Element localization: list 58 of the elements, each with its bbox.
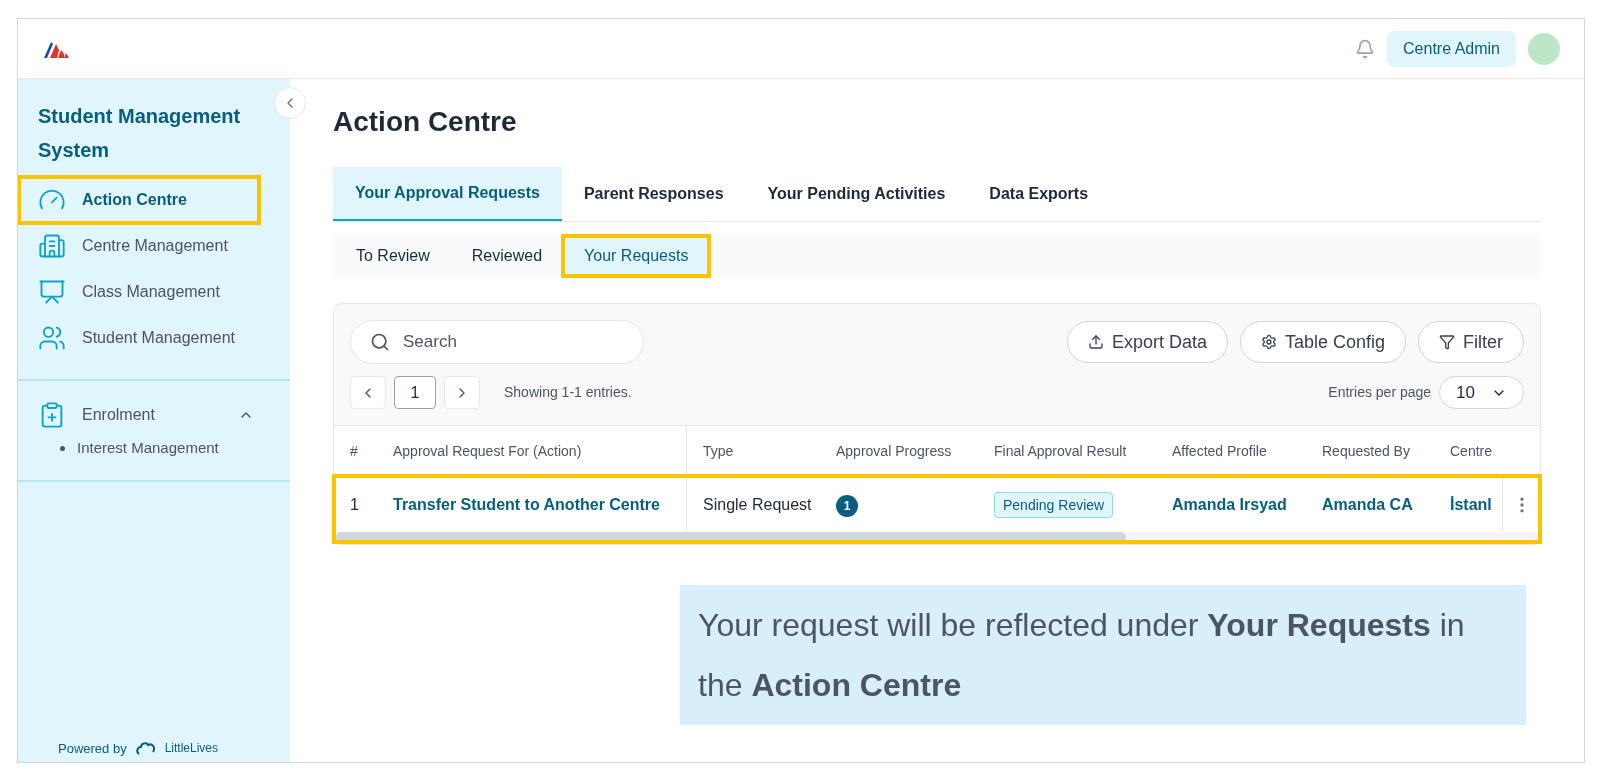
subtab[interactable]: To Review (337, 238, 449, 274)
table-cell-text: 1 (349, 494, 360, 515)
sidebar-item[interactable]: Student Management (21, 317, 257, 359)
tab[interactable]: Your Pending Activities (745, 167, 968, 221)
column-header: Approval Request For (Action) (377, 426, 687, 476)
tab[interactable]: Parent Responses (561, 167, 746, 221)
collapse-button[interactable] (274, 87, 306, 119)
toolbar-button[interactable]: Table Config (1239, 321, 1406, 363)
tab[interactable]: Your Approval Requests (333, 167, 562, 221)
sidebar-item[interactable]: Class Management (21, 271, 257, 313)
brand-name: LittleLives (164, 740, 219, 758)
horizontal-scrollbar[interactable] (336, 532, 1126, 542)
column-header: Final Approval Result (994, 441, 1128, 461)
notification-bell-icon[interactable] (1355, 38, 1376, 59)
toolbar-button[interactable]: Filter (1418, 321, 1524, 363)
sidebar-subitem[interactable]: Interest Management (77, 437, 219, 460)
toolbar-button[interactable]: Export Data (1066, 321, 1228, 363)
sidebar-item[interactable]: Action Centre (21, 179, 257, 221)
avatar[interactable] (1528, 32, 1560, 65)
entries-per-page-label: Entries per page (1328, 383, 1432, 402)
powered-by-text: Powered by (58, 739, 127, 758)
page-number-field[interactable]: 1 (394, 376, 436, 409)
column-header: Centre (1450, 441, 1494, 461)
filter-icon (1439, 334, 1455, 350)
sidebar-title: Student Management System (37, 104, 242, 163)
profile-link[interactable]: Amanda Irsyad (1172, 495, 1287, 513)
tab[interactable]: Data Exports (967, 167, 1111, 221)
users-icon (38, 324, 66, 352)
role-badge[interactable]: Centre Admin (1387, 30, 1516, 67)
search-icon (370, 332, 390, 352)
progress-badge: 1 (836, 494, 858, 517)
page-title: Action Centre (333, 105, 518, 139)
table-row[interactable]: 1 Transfer Student to Another Centre Single Request 1 Pending Review Amanda Irsyad Amanda CA İstanl (334, 476, 1540, 542)
sidebar-item[interactable]: Centre Management (21, 225, 257, 267)
entries-summary: Showing 1-1 entries. (504, 383, 632, 402)
centre-link[interactable]: İstanl (1450, 495, 1492, 513)
enrolment-group[interactable]: Enrolment (18, 401, 290, 429)
status-badge: Pending Review (994, 491, 1114, 518)
column-header: Approval Progress (836, 441, 953, 461)
board-icon (38, 278, 66, 306)
settings-icon (1260, 334, 1277, 350)
search-field[interactable]: Search (350, 320, 644, 364)
column-header: Affected Profile (1172, 441, 1268, 461)
building-icon (38, 232, 66, 260)
action-link[interactable]: Transfer Student to Another Centre (393, 492, 660, 517)
column-header: Requested By (1322, 441, 1411, 461)
column-header: # (349, 441, 359, 461)
next-page-button[interactable] (444, 376, 480, 409)
table-cell-text: Single Request (702, 494, 813, 515)
column-header: Type (702, 441, 735, 461)
per-page-select[interactable]: 10 (1439, 376, 1524, 409)
subtab[interactable]: Reviewed (452, 238, 562, 274)
requester-link[interactable]: Amanda CA (1322, 495, 1413, 513)
export-icon (1087, 334, 1104, 350)
bullet-icon (60, 445, 65, 451)
prev-page-button[interactable] (350, 376, 386, 409)
cloud-logo-icon (134, 740, 157, 757)
caption-box: Your request will be reflected under Your Requests in the Action Centre (680, 585, 1526, 725)
